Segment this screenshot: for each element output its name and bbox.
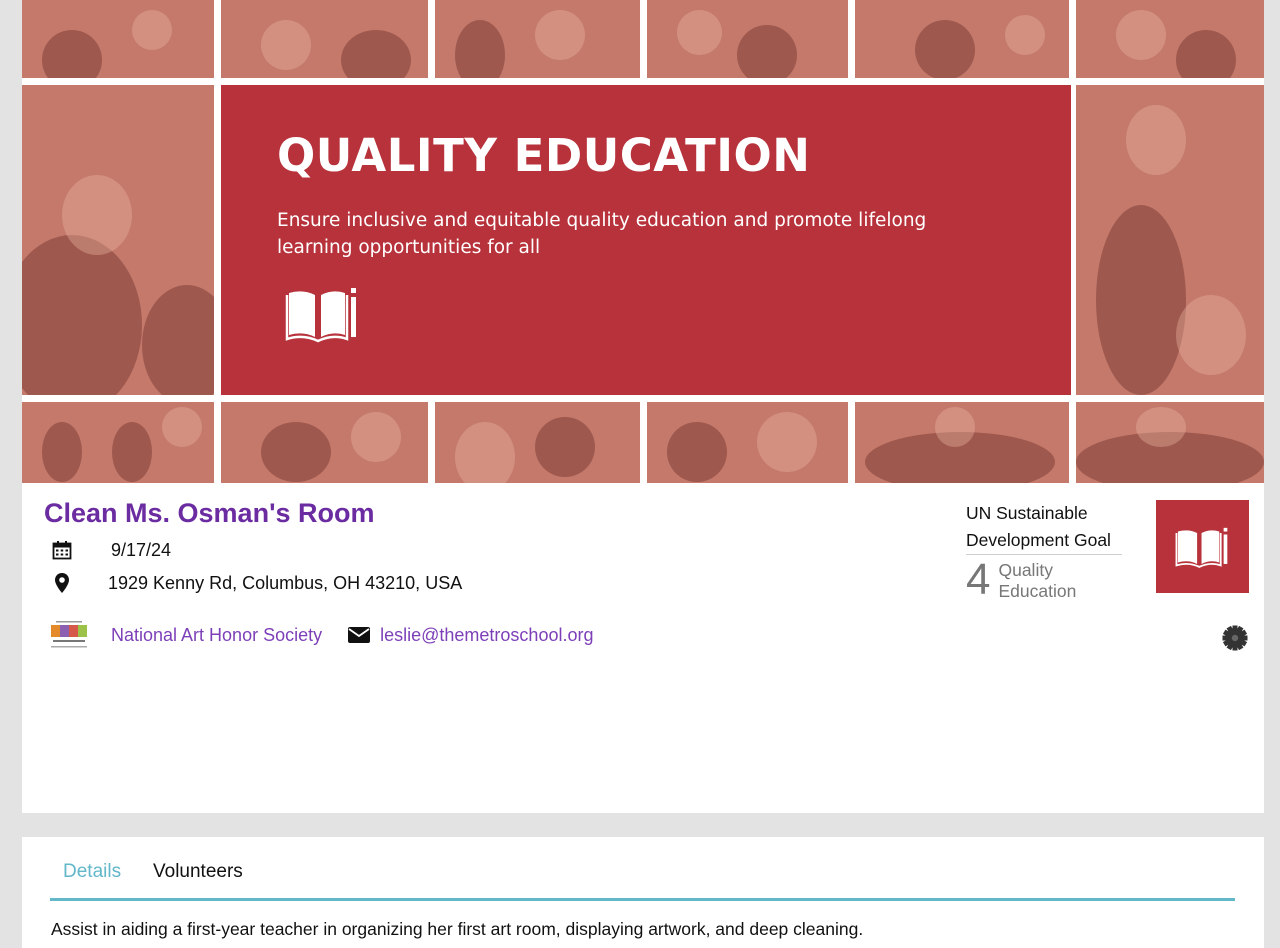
- national-art-honor-society-logo: [46, 620, 92, 650]
- organization-row: National Art Honor Society leslie@themet…: [46, 620, 593, 650]
- envelope-icon: [348, 627, 371, 643]
- details-panel: Details Volunteers Assist in aiding a fi…: [22, 837, 1264, 948]
- organization-email-link[interactable]: leslie@themetroschool.org: [380, 625, 593, 646]
- tab-volunteers[interactable]: Volunteers: [153, 861, 243, 883]
- gear-icon[interactable]: [1222, 625, 1248, 651]
- photo-tile: [221, 402, 428, 483]
- sdg-name: Quality Education: [998, 560, 1077, 601]
- sdg-goal-tile: [1156, 500, 1249, 593]
- banner-subtitle: Ensure inclusive and equitable quality e…: [277, 210, 927, 258]
- photo-tile: [647, 0, 848, 78]
- tab-bar: Details Volunteers: [50, 859, 1235, 901]
- tab-details[interactable]: Details: [63, 861, 121, 883]
- event-description: Assist in aiding a first-year teacher in…: [51, 919, 864, 939]
- sdg-heading: UN Sustainable Development Goal: [966, 500, 1122, 555]
- photo-tile: [647, 402, 848, 483]
- photo-tile: [22, 85, 214, 395]
- event-card: QUALITY EDUCATION Ensure inclusive and e…: [22, 0, 1264, 813]
- event-location: 1929 Kenny Rd, Columbus, OH 43210, USA: [108, 572, 463, 593]
- photo-tile: [22, 402, 214, 483]
- map-marker-icon: [55, 573, 69, 593]
- sdg-info: UN Sustainable Development Goal 4 Qualit…: [966, 500, 1122, 603]
- sdg-banner-image: QUALITY EDUCATION Ensure inclusive and e…: [22, 0, 1264, 483]
- photo-tile: [221, 0, 428, 78]
- photo-tile: [1076, 0, 1264, 78]
- photo-tile: [1076, 402, 1264, 483]
- event-location-row: 1929 Kenny Rd, Columbus, OH 43210, USA: [52, 572, 462, 594]
- sdg-number: 4: [966, 555, 991, 604]
- event-date-row: 9/17/24: [52, 539, 171, 561]
- event-title: Clean Ms. Osman's Room: [44, 498, 375, 528]
- calendar-icon: [52, 541, 72, 560]
- photo-tile: [22, 0, 214, 78]
- open-book-pencil-icon: [1175, 527, 1227, 568]
- banner-title: QUALITY EDUCATION: [277, 129, 811, 182]
- open-book-pencil-icon: [285, 288, 356, 343]
- sdg-hero-panel: QUALITY EDUCATION Ensure inclusive and e…: [221, 85, 1071, 395]
- photo-tile: [1076, 85, 1264, 395]
- photo-tile: [435, 0, 640, 78]
- photo-tile: [855, 402, 1069, 483]
- photo-tile: [435, 402, 640, 483]
- organization-link[interactable]: National Art Honor Society: [111, 625, 322, 646]
- photo-tile: [855, 0, 1069, 78]
- sdg-goal: 4 Quality Education: [966, 557, 1122, 603]
- event-date: 9/17/24: [111, 539, 172, 560]
